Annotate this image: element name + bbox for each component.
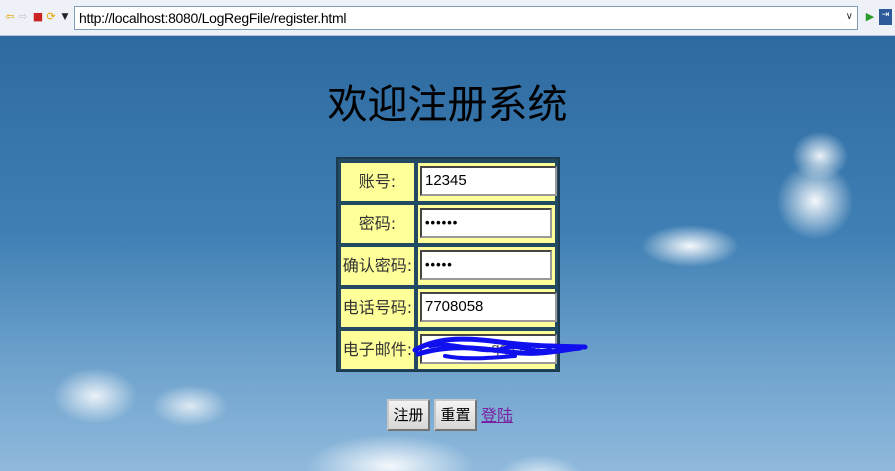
email-label: 电子邮件:	[341, 331, 414, 369]
url-dropdown-icon[interactable]: ∨	[846, 11, 853, 22]
form-row-confirm-password: 确认密码: •••••	[341, 247, 555, 285]
password-cell: ••••••	[418, 205, 555, 243]
account-cell: 12345	[418, 163, 557, 201]
form-row-password: 密码: ••••••	[341, 205, 555, 243]
address-bar[interactable]: http://localhost:8080/LogRegFile/registe…	[74, 6, 858, 30]
redaction-scribble	[412, 336, 588, 361]
back-icon[interactable]: ⇦	[4, 11, 16, 23]
form-row-account: 账号: 12345	[341, 163, 557, 201]
go-icon[interactable]: ▶	[864, 11, 876, 23]
confirm-password-label: 确认密码:	[341, 247, 414, 285]
login-link[interactable]: 登陆	[481, 402, 513, 426]
phone-label: 电话号码:	[341, 289, 414, 327]
form-row-phone: 电话号码: 7708058	[341, 289, 557, 327]
account-label: 账号:	[341, 163, 414, 201]
account-input[interactable]: 12345	[420, 166, 557, 196]
url-text: http://localhost:8080/LogRegFile/registe…	[79, 10, 347, 26]
phone-cell: 7708058	[418, 289, 557, 327]
password-input[interactable]: ••••••	[420, 208, 552, 238]
browser-toolbar: ⇦ ⇨ ■ ⟳ ▼ http://localhost:8080/LogRegFi…	[0, 0, 895, 36]
password-label: 密码:	[341, 205, 414, 243]
refresh-icon[interactable]: ⟳	[45, 11, 57, 23]
page-title: 欢迎注册系统	[327, 82, 568, 128]
phone-input[interactable]: 7708058	[420, 292, 557, 322]
register-button[interactable]: 注册	[387, 399, 430, 431]
reset-button[interactable]: 重置	[434, 399, 477, 431]
browser-menu-icon[interactable]: ⇥	[879, 9, 892, 25]
history-dropdown-icon[interactable]: ▼	[59, 11, 71, 23]
forward-icon[interactable]: ⇨	[17, 11, 29, 23]
page-content: 欢迎注册系统 账号: 12345 密码: •••••• 确认密码: ••••• …	[0, 36, 895, 471]
confirm-password-input[interactable]: •••••	[420, 250, 552, 280]
stop-icon[interactable]: ■	[32, 11, 44, 23]
confirm-password-cell: •••••	[418, 247, 555, 285]
